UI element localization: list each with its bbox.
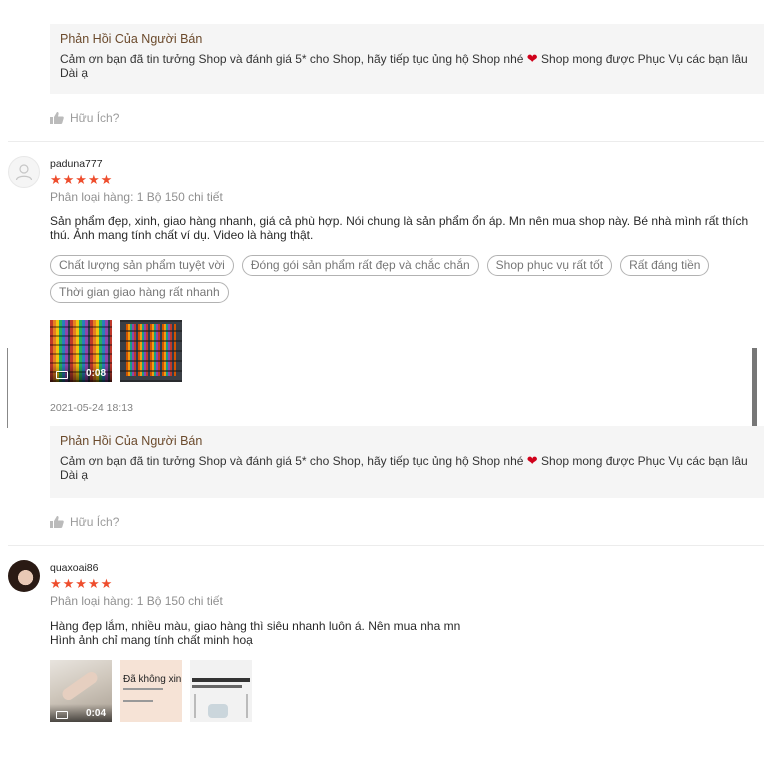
seller-reply-title: Phản Hồi Của Người Bán — [60, 32, 203, 46]
seller-reply-text-part1: Cảm ơn bạn đã tin tưởng Shop và đánh giá… — [60, 52, 524, 66]
video-camera-icon — [56, 371, 68, 379]
helpful-button[interactable]: Hữu Ích? — [50, 111, 119, 125]
review-text: Sản phẩm đẹp, xinh, giao hàng nhanh, giá… — [50, 214, 749, 242]
video-bar: 0:04 — [50, 704, 112, 722]
image-caption: Đã không xinh — [123, 674, 182, 685]
review-video-thumbnail[interactable]: 0:08 — [50, 320, 112, 382]
avatar[interactable] — [8, 156, 40, 188]
scroll-indicator — [7, 348, 8, 428]
review-tag: Đóng gói sản phẩm rất đẹp và chắc chắn — [241, 255, 479, 276]
review-username[interactable]: quaxoai86 — [50, 562, 98, 574]
user-icon — [15, 164, 33, 181]
helpful-label: Hữu Ích? — [70, 111, 120, 125]
rating-stars: ★★★★★ — [50, 576, 114, 591]
review-tag: Rất đáng tiền — [620, 255, 710, 276]
review-text: Hàng đẹp lắm, nhiều màu, giao hàng thì s… — [50, 619, 760, 647]
thumbs-up-icon — [50, 516, 64, 528]
review-video-thumbnail[interactable]: 0:04 — [50, 660, 112, 722]
seller-reply-title: Phản Hồi Của Người Bán — [60, 434, 203, 448]
review-divider — [8, 141, 764, 142]
heart-icon: ❤ — [526, 453, 538, 468]
rating-stars: ★★★★★ — [50, 172, 114, 187]
video-duration: 0:08 — [85, 368, 106, 379]
seller-reply-text: Cảm ơn bạn đã tin tưởng Shop và đánh giá… — [60, 51, 754, 81]
review-tag: Thời gian giao hàng rất nhanh — [50, 282, 229, 303]
video-bar: 0:08 — [50, 364, 112, 382]
review-date: 2021-05-24 18:13 — [50, 402, 133, 414]
review-text-line: Hàng đẹp lắm, nhiều màu, giao hàng thì s… — [50, 619, 461, 633]
video-camera-icon — [56, 711, 68, 719]
review-text-line: Hình ảnh chỉ mang tính chất minh hoạ — [50, 632, 253, 647]
review-tag: Shop phục vụ rất tốt — [486, 255, 613, 276]
helpful-button[interactable]: Hữu Ích? — [50, 515, 119, 529]
review-image-thumbnail[interactable]: Đã không xinh — [120, 660, 182, 722]
scrollbar-thumb[interactable] — [752, 348, 757, 426]
seller-reply: Phản Hồi Của Người Bán Cảm ơn bạn đã tin… — [50, 24, 764, 94]
seller-reply-text: Cảm ơn bạn đã tin tưởng Shop và đánh giá… — [60, 453, 754, 483]
review-media: 0:08 — [50, 320, 182, 382]
heart-icon: ❤ — [526, 51, 538, 66]
avatar[interactable] — [8, 560, 40, 592]
seller-reply-text-part1: Cảm ơn bạn đã tin tưởng Shop và đánh giá… — [60, 454, 524, 468]
review-tags: Chất lượng sản phẩm tuyệt vời Đóng gói s… — [50, 255, 750, 303]
review-image-thumbnail[interactable] — [190, 660, 252, 722]
review-image-thumbnail[interactable] — [120, 320, 182, 382]
helpful-label: Hữu Ích? — [70, 515, 120, 529]
seller-reply: Phản Hồi Của Người Bán Cảm ơn bạn đã tin… — [50, 426, 764, 498]
thumbs-up-icon — [50, 112, 64, 124]
product-variant: Phân loại hàng: 1 Bộ 150 chi tiết — [50, 594, 223, 608]
video-duration: 0:04 — [85, 708, 106, 719]
review-tag: Chất lượng sản phẩm tuyệt vời — [50, 255, 234, 276]
review-username[interactable]: paduna777 — [50, 158, 103, 170]
product-variant: Phân loại hàng: 1 Bộ 150 chi tiết — [50, 190, 223, 204]
review-media: 0:04 Đã không xinh — [50, 660, 252, 722]
review-divider — [8, 545, 764, 546]
